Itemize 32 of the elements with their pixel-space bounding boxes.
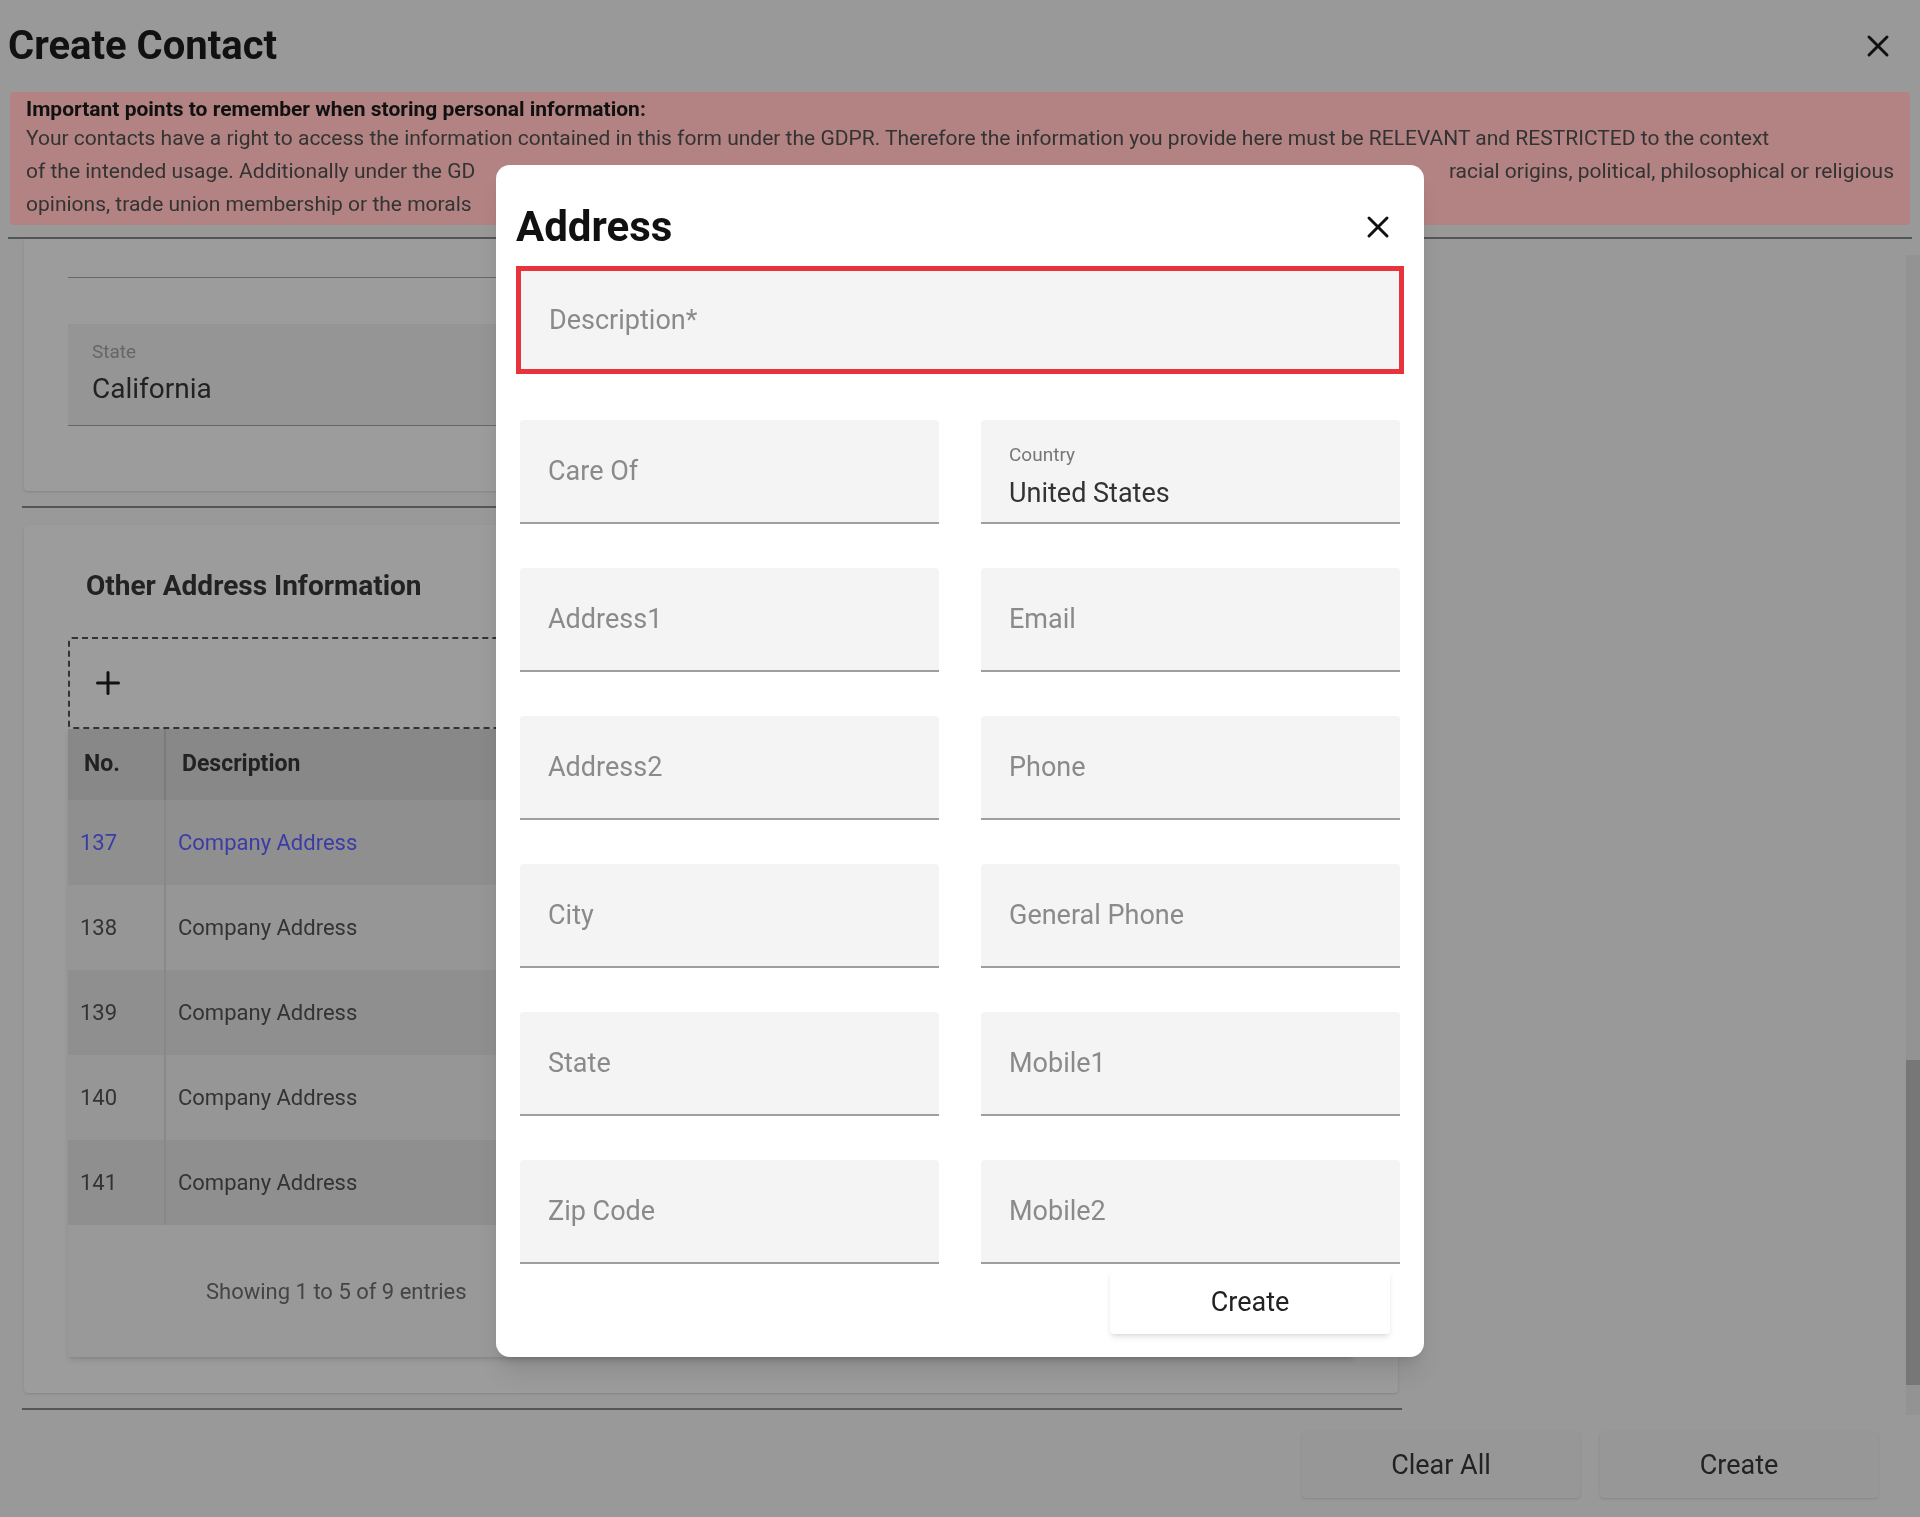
text-field[interactable]: State bbox=[520, 1012, 939, 1116]
text-field[interactable]: Mobile2 bbox=[981, 1160, 1400, 1264]
table-cell: 141 bbox=[68, 1140, 166, 1225]
notice-text: of the intended usage. Additionally under the GD bbox=[26, 158, 476, 185]
footer-button[interactable]: Create bbox=[1600, 1432, 1878, 1498]
table-footer-text: Showing 1 to 5 of 9 entries bbox=[206, 1277, 467, 1306]
section-title: Other Address Information bbox=[85, 568, 423, 604]
table-cell-text: Company Address bbox=[178, 914, 358, 942]
table-cell-text: Company Address bbox=[178, 1169, 358, 1197]
footer-button[interactable]: Clear All bbox=[1302, 1432, 1580, 1498]
create-button[interactable]: Create bbox=[1110, 1270, 1390, 1334]
notice-text: racial origins, political, philosophical or religious bbox=[1448, 158, 1894, 185]
scrollbar[interactable] bbox=[1906, 255, 1920, 1415]
text-field[interactable]: City bbox=[520, 864, 939, 968]
table-cell-text: Company Address bbox=[178, 829, 358, 857]
text-field[interactable]: Address1 bbox=[520, 568, 939, 672]
text-field[interactable]: Address2 bbox=[520, 716, 939, 820]
text-field[interactable]: Care Of bbox=[520, 420, 939, 524]
text-field[interactable]: General Phone bbox=[981, 864, 1400, 968]
field-label: Country bbox=[1009, 444, 1075, 466]
notice-text: opinions, trade union membership or the morals bbox=[26, 191, 472, 218]
description-field[interactable]: Description* bbox=[516, 266, 1404, 374]
text-field[interactable]: Zip Code bbox=[520, 1160, 939, 1264]
text-field[interactable]: Phone bbox=[981, 716, 1400, 820]
table-cell-text: Company Address bbox=[178, 1084, 358, 1112]
text-field[interactable]: Mobile1 bbox=[981, 1012, 1400, 1116]
dialog-title: Address bbox=[516, 201, 673, 253]
table-cell-text: Company Address bbox=[178, 999, 358, 1027]
notice-heading: Important points to remember when storing personal information: bbox=[26, 96, 647, 122]
text-field[interactable]: Email bbox=[981, 568, 1400, 672]
notice-text: Your contacts have a right to access the information contained in this form under the GDPR. Therefore the information you provide here must be RELEVANT and RESTRICTED to the context bbox=[26, 125, 1770, 152]
window-title: Create Contact bbox=[8, 21, 278, 71]
